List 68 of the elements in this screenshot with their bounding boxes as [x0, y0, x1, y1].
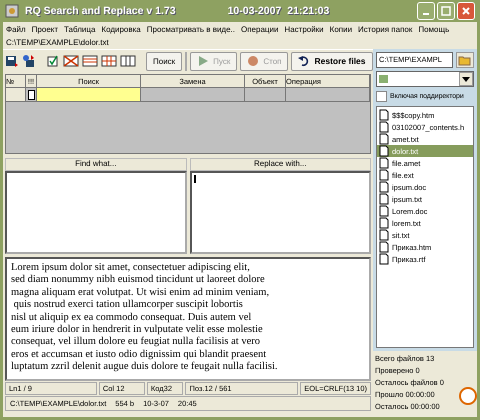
- editor-line: eros et accumsan et iusto odio dignissim qui blandit praesent: [11, 348, 268, 362]
- folder-open-button[interactable]: [456, 52, 474, 68]
- table-icon[interactable]: [82, 54, 98, 68]
- document-icon: [379, 121, 389, 133]
- toolbar-button[interactable]: Поиск: [146, 52, 182, 70]
- folder-icon: [458, 54, 472, 66]
- document-icon: [379, 133, 389, 145]
- undo-icon: [298, 55, 310, 67]
- editor-line: Lorem ipsum dolor sit amet, consectetuer adipiscing elit,: [11, 262, 251, 274]
- editor-line: consequat, vel illum dolore eu feugiat nulla facilisis at vero: [11, 336, 262, 349]
- document-icon: [379, 229, 389, 241]
- menu-item[interactable]: Помощь: [418, 25, 450, 34]
- document-icon: [379, 157, 389, 169]
- replace-header: Replace with...: [190, 158, 371, 171]
- delete-table-icon[interactable]: [63, 54, 79, 68]
- dropdown-arrow-icon: [462, 76, 470, 82]
- table-icon[interactable]: [101, 54, 117, 68]
- document-icon: [379, 253, 389, 265]
- editor-line: sed diam nonummy nibh euismod tincidunt ut laoreet dolore: [11, 274, 266, 287]
- menu-item[interactable]: Настройки: [284, 25, 324, 34]
- maximize-icon: [441, 6, 451, 16]
- editor-line: eum iriure dolor in hendrerit in vulputate velit esse molestie: [11, 324, 264, 336]
- text-editor[interactable]: [5, 257, 371, 381]
- close-button[interactable]: [457, 2, 475, 20]
- color-swatch: [185, 52, 188, 70]
- title-date: 10-03-2007: [228, 5, 282, 17]
- menu-item[interactable]: Копии: [330, 25, 352, 34]
- document-icon: [379, 193, 389, 205]
- menu-item[interactable]: История папок: [358, 25, 412, 34]
- menu-item[interactable]: Кодировка: [101, 25, 141, 34]
- app-icon: [5, 4, 19, 18]
- columns-icon[interactable]: [120, 54, 136, 68]
- file-path: C:\TEMP\EXAMPLE\dolor.txt: [5, 37, 110, 49]
- menu-item[interactable]: Операции: [241, 25, 278, 34]
- checkbox-icon[interactable]: [46, 54, 60, 68]
- play-icon: [197, 55, 210, 67]
- operation-cell[interactable]: [286, 88, 370, 102]
- minimize-icon: [423, 13, 429, 15]
- document-icon: [379, 241, 389, 253]
- close-icon: [461, 6, 471, 16]
- editor-line: luptatum zzril delenit augue duis dolore te feugait nulla facilisi.: [11, 361, 278, 374]
- document-icon: [379, 145, 389, 157]
- stop-icon: [247, 55, 260, 67]
- menu-item[interactable]: Файл: [6, 25, 26, 34]
- title-time: 21:21:03: [287, 5, 330, 17]
- window-title: RQ Search and Replace v 1.73: [25, 5, 176, 17]
- menu-item[interactable]: Таблица: [64, 25, 96, 34]
- search-cell[interactable]: [37, 88, 141, 102]
- document-icon: [379, 169, 389, 181]
- menu-item[interactable]: Проект: [32, 25, 58, 34]
- replace-field[interactable]: [190, 171, 371, 254]
- object-cell[interactable]: [245, 88, 286, 102]
- find-header: Find what...: [5, 158, 186, 171]
- document-icon: [379, 109, 389, 121]
- editor-line: magna aliquam erat volutpat. Ut wisi enim ad minim veniam,: [11, 286, 270, 300]
- find-field[interactable]: [5, 171, 186, 254]
- toolbar-button[interactable]: Restore files: [291, 52, 373, 70]
- circle-logo-icon: [457, 385, 477, 405]
- editor-line: nisl ut aliquip ex ea commodo consequat. Duis autem vel: [11, 312, 252, 324]
- document-icon: [379, 205, 389, 217]
- document-icon: [379, 181, 389, 193]
- save-icon[interactable]: [5, 54, 19, 68]
- editor-line: quis nostrud exerci tation ullamcorper suscipit lobortis: [12, 299, 244, 312]
- replace-cell[interactable]: [141, 88, 245, 102]
- menu-item[interactable]: Просматривать в виде..: [146, 25, 235, 34]
- document-icon: [379, 217, 389, 229]
- subdirs-checkbox[interactable]: [376, 91, 387, 102]
- filter-dropdown[interactable]: [376, 71, 474, 87]
